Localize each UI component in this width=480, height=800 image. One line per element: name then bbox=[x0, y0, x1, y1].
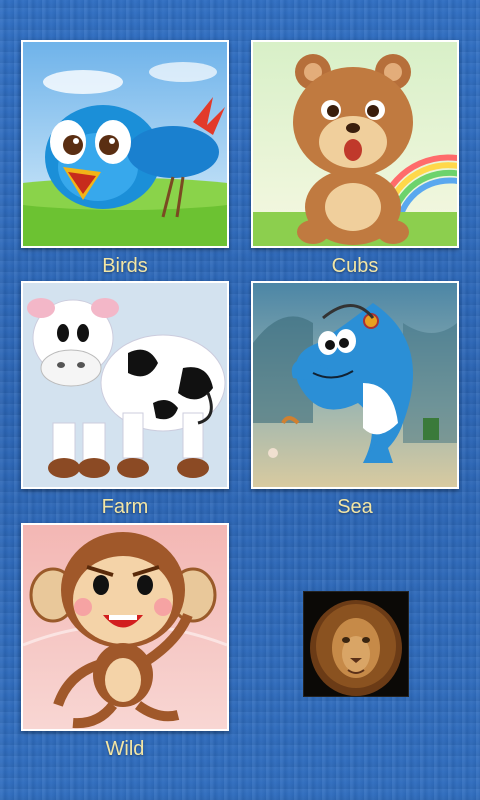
category-label: Sea bbox=[337, 496, 373, 518]
category-tile-sea[interactable]: Sea bbox=[251, 281, 459, 519]
category-tile-wild[interactable]: Wild bbox=[21, 523, 229, 761]
category-label: Wild bbox=[105, 738, 145, 760]
category-tile-birds[interactable]: Birds bbox=[21, 40, 229, 278]
category-tile-farm[interactable]: Farm bbox=[21, 281, 229, 519]
lion-photo-icon bbox=[304, 592, 408, 696]
monkey-cartoon-icon[interactable] bbox=[21, 523, 229, 731]
lion-photo-button[interactable] bbox=[303, 591, 409, 697]
category-label: Cubs bbox=[331, 255, 379, 277]
dolphin-cartoon-icon[interactable] bbox=[251, 281, 459, 489]
bird-cartoon-icon[interactable] bbox=[21, 40, 229, 248]
cow-cartoon-icon[interactable] bbox=[21, 281, 229, 489]
bear-cub-cartoon-icon[interactable] bbox=[251, 40, 459, 248]
category-label: Farm bbox=[101, 496, 149, 518]
category-tile-cubs[interactable]: Cubs bbox=[251, 40, 459, 278]
category-label: Birds bbox=[102, 255, 148, 277]
